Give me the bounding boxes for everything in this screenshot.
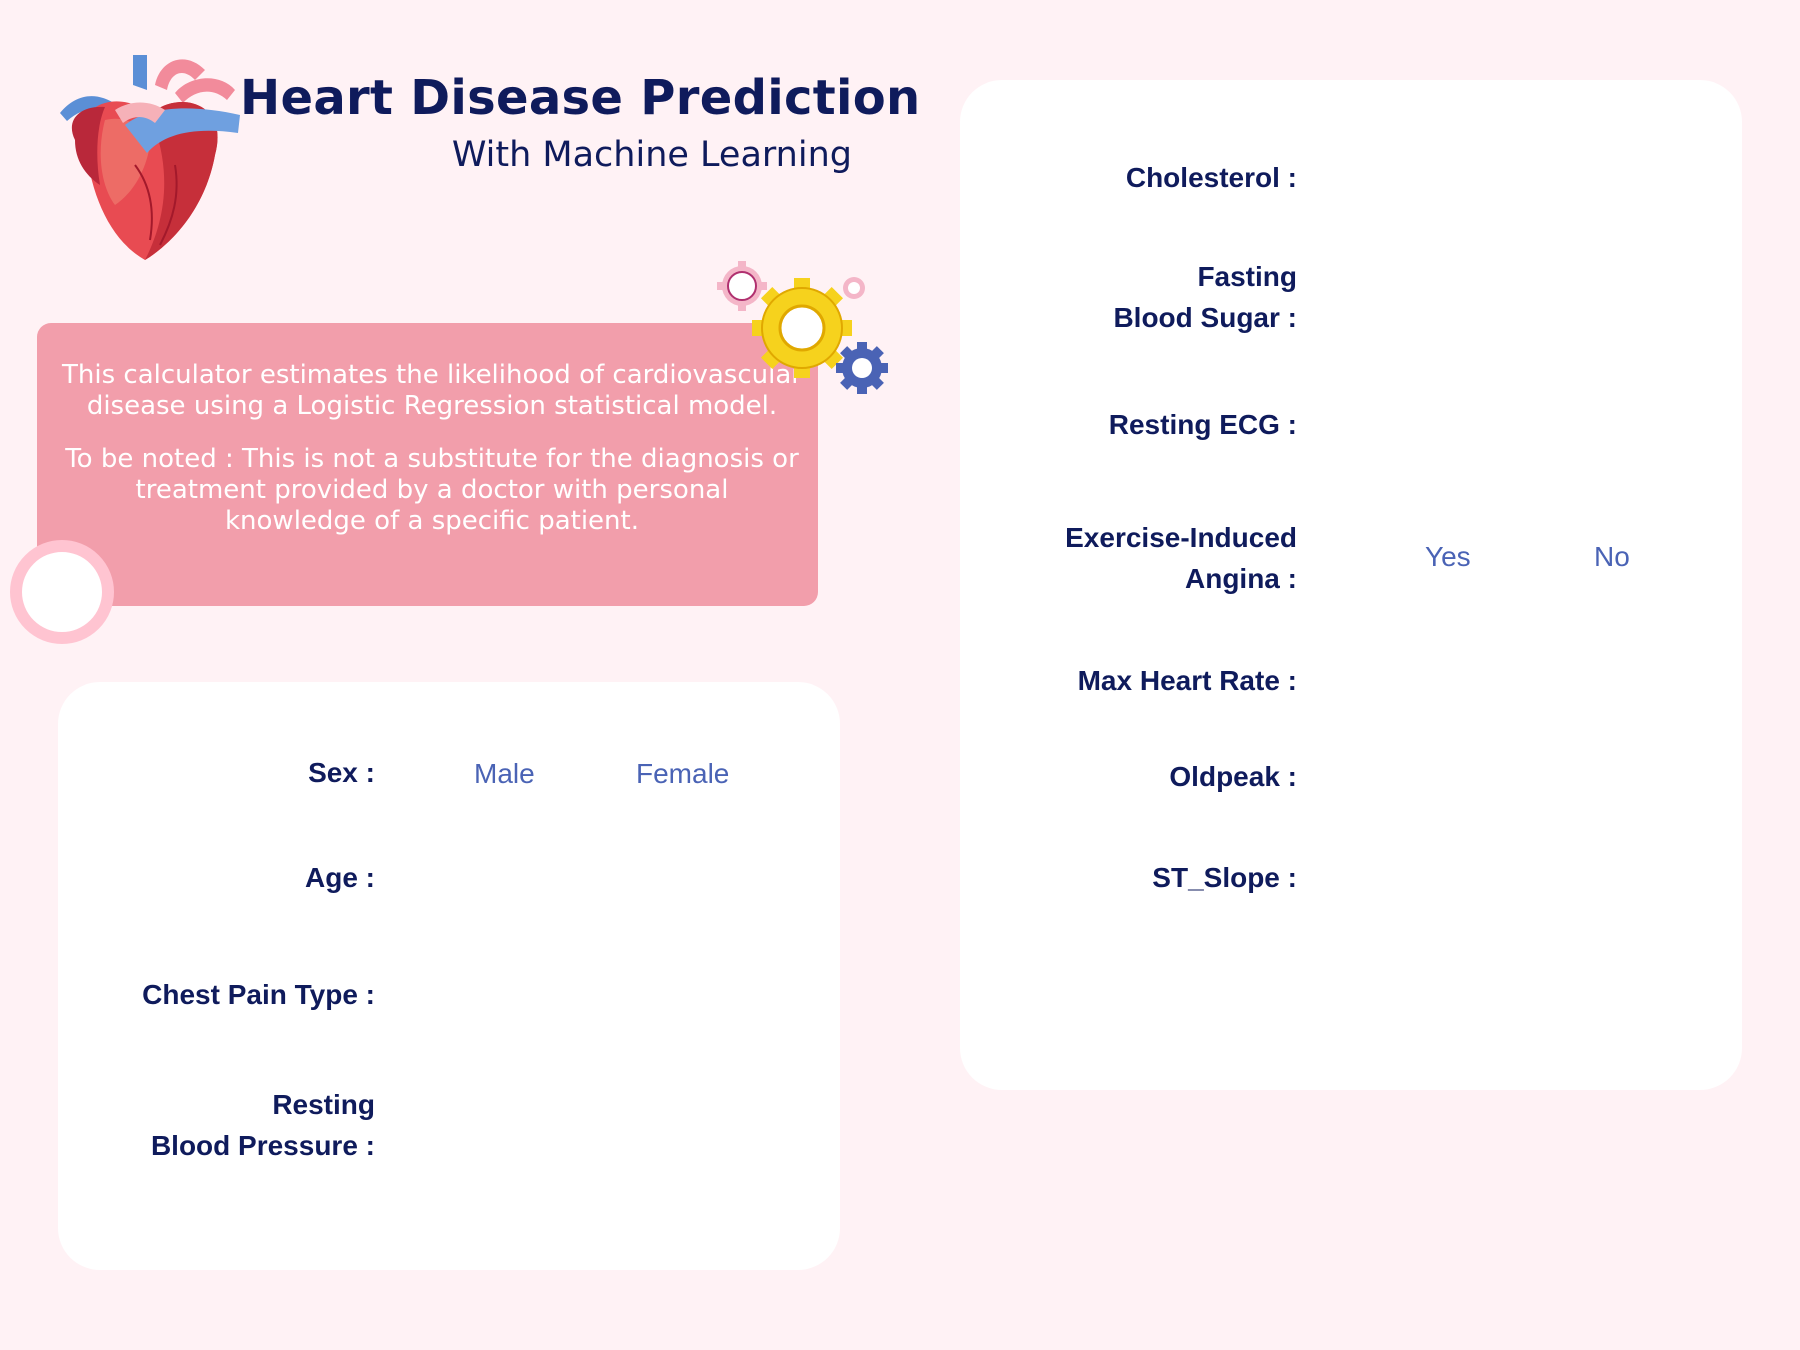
st-slope-label: ST_Slope : [1152,862,1297,893]
page-title: Heart Disease Prediction [240,70,921,126]
resting-bp-label-line1: Resting [272,1089,375,1120]
sex-option-female[interactable]: Female [636,758,729,790]
info-paragraph-disclaimer: To be noted : This is not a substitute f… [65,444,799,536]
resting-bp-label: Resting Blood Pressure : [115,1084,375,1166]
gears-icon [712,258,892,398]
resting-ecg-label: Resting ECG : [1108,409,1297,440]
fasting-blood-sugar-label-line2: Blood Sugar : [1113,302,1297,333]
fasting-blood-sugar-label-line1: Fasting [1197,261,1297,292]
page-subtitle: With Machine Learning [451,135,852,175]
max-heart-rate-label: Max Heart Rate : [1077,665,1297,696]
age-label: Age : [305,862,375,893]
heart-illustration [55,45,245,275]
resting-bp-label-line2: Blood Pressure : [150,1130,375,1161]
fasting-blood-sugar-label: Fasting Blood Sugar : [1000,256,1297,338]
angina-option-yes[interactable]: Yes [1425,541,1471,573]
info-text: This calculator estimates the likelihood… [62,360,802,559]
sex-label: Sex : [308,757,375,788]
exercise-induced-angina-label: Exercise-Induced Angina : [1000,517,1297,599]
angina-option-no[interactable]: No [1594,541,1630,573]
sex-option-male[interactable]: Male [474,758,535,790]
exercise-induced-angina-label-line2: Angina : [1185,563,1297,594]
chest-pain-type-label: Chest Pain Type : [142,979,375,1010]
cholesterol-label: Cholesterol : [1125,162,1297,193]
oldpeak-label: Oldpeak : [1169,761,1297,792]
exercise-induced-angina-label-line1: Exercise-Induced [1065,522,1297,553]
info-paragraph-description: This calculator estimates the likelihood… [62,360,802,421]
